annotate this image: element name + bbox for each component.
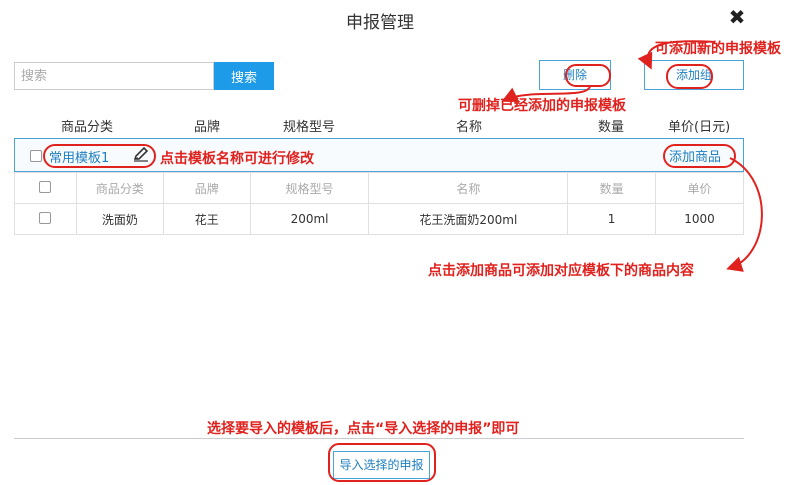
search-button[interactable]: 搜索	[214, 62, 274, 90]
goods-table-header: 商品分类 品牌 规格型号 名称 数量 单价	[14, 172, 744, 204]
cell-category: 洗面奶	[75, 203, 164, 235]
import-selected-button[interactable]: 导入选择的申报	[333, 451, 430, 479]
header-qty: 数量	[567, 172, 657, 204]
delete-button[interactable]: 删除	[539, 60, 611, 90]
column-headers: 商品分类 品牌 规格型号 名称 数量 单价(日元)	[0, 116, 800, 135]
group-checkbox[interactable]	[30, 150, 42, 162]
template-name-link[interactable]: 常用模板1	[49, 147, 109, 166]
row-select	[14, 203, 77, 235]
cell-name: 花王洗面奶200ml	[368, 203, 569, 235]
col-price: 单价(日元)	[668, 120, 731, 135]
annotation-add-template: 可添加新的申报模板	[655, 41, 781, 57]
col-spec: 规格型号	[283, 120, 336, 135]
select-all-checkbox[interactable]	[39, 180, 52, 193]
annotation-delete-template: 可删掉已经添加的申报模板	[458, 98, 626, 114]
header-category: 商品分类	[75, 172, 164, 204]
search-input[interactable]	[14, 62, 214, 90]
annotation-rename: 点击模板名称可进行修改	[160, 151, 314, 167]
goods-table: 商品分类 品牌 规格型号 名称 数量 单价 洗面奶 花王 200ml 花王洗面奶…	[14, 172, 744, 235]
add-goods-button[interactable]: 添加商品	[669, 146, 721, 165]
header-price: 单价	[655, 172, 744, 204]
cell-brand: 花王	[162, 203, 251, 235]
header-name: 名称	[368, 172, 569, 204]
add-group-button-label: 添加组	[675, 68, 712, 82]
table-row: 洗面奶 花王 200ml 花王洗面奶200ml 1 1000	[14, 203, 744, 235]
header-spec: 规格型号	[249, 172, 370, 204]
annotation-add-goods: 点击添加商品可添加对应模板下的商品内容	[428, 263, 694, 279]
row-checkbox[interactable]	[39, 211, 52, 224]
delete-button-label: 删除	[562, 68, 587, 82]
header-brand: 品牌	[162, 172, 251, 204]
annotation-import: 选择要导入的模板后，点击“导入选择的申报”即可	[207, 421, 520, 437]
footer-divider	[14, 438, 744, 439]
col-brand: 品牌	[194, 120, 221, 135]
header-select	[14, 172, 77, 204]
cell-price: 1000	[655, 203, 744, 235]
col-qty: 数量	[598, 120, 625, 135]
add-group-button[interactable]: 添加组	[644, 60, 744, 90]
col-name: 名称	[456, 120, 483, 135]
cell-spec: 200ml	[249, 203, 370, 235]
pencil-icon[interactable]	[132, 145, 150, 163]
col-category: 商品分类	[61, 120, 114, 135]
template-group-row: 常用模板1 添加商品	[14, 138, 744, 172]
close-icon[interactable]: ✖	[726, 6, 748, 28]
cell-qty: 1	[567, 203, 657, 235]
dialog-title: 申报管理	[346, 13, 414, 33]
